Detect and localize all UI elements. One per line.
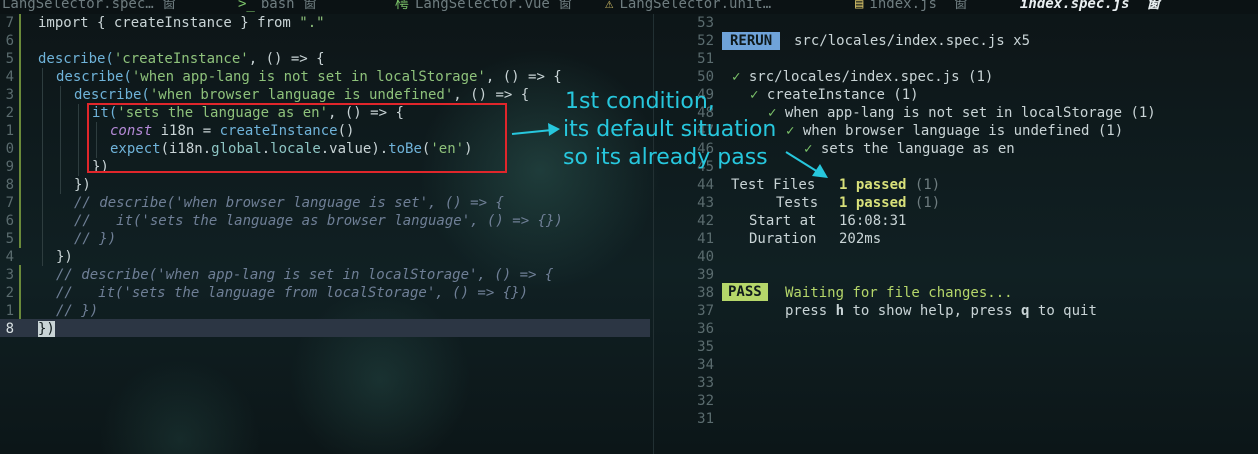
arrow-to-code xyxy=(511,129,553,135)
arrow-head-right xyxy=(812,164,828,178)
annotation-arrows xyxy=(511,123,828,178)
arrow-head-left xyxy=(548,123,560,136)
arrow-to-results xyxy=(785,151,819,173)
